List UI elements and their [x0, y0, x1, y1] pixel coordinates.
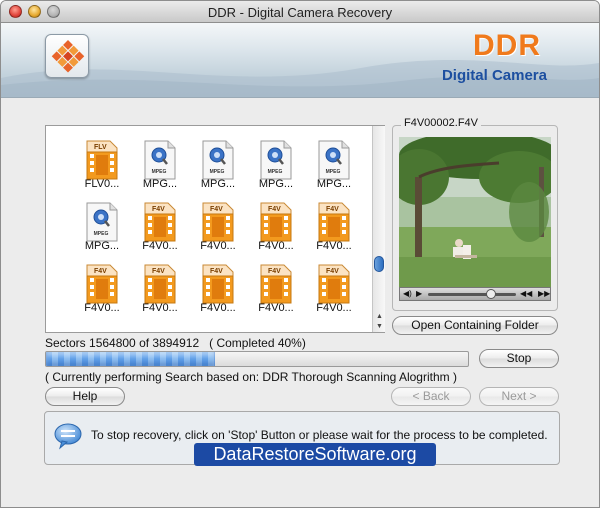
- file-icon-label: F4V: [210, 206, 223, 213]
- progress-fill: [46, 352, 215, 366]
- file-grid: FLV FLV0... MPEG MPG... MPEG MPG... MPEG MPG...…: [46, 126, 372, 332]
- f4v-file-icon: F4V: [260, 264, 292, 304]
- file-name: F4V0...: [84, 302, 120, 314]
- rewind-icon[interactable]: ◀◀: [520, 289, 532, 298]
- file-icon-label: F4V: [326, 268, 339, 275]
- file-item[interactable]: F4V F4V0...: [306, 194, 362, 260]
- header-banner: DDR Digital Camera: [1, 23, 599, 98]
- sectors-progress-text: Sectors 1564800 of 3894912 ( Completed 4…: [45, 336, 306, 350]
- file-item[interactable]: MPEG MPG...: [248, 132, 304, 198]
- logo-mosaic-icon: [51, 40, 85, 73]
- file-name: MPG...: [258, 178, 294, 190]
- file-name: MPG...: [316, 178, 352, 190]
- file-icon-label: FLV: [94, 144, 107, 151]
- preview-filename: F4V00002.F4V: [401, 117, 481, 129]
- info-message: To stop recovery, click on 'Stop' Button…: [91, 428, 548, 442]
- mpeg-file-icon: MPEG: [86, 202, 118, 242]
- file-item[interactable]: F4V F4V0...: [190, 194, 246, 260]
- file-item[interactable]: FLV FLV0...: [74, 132, 130, 198]
- f4v-file-icon: F4V: [144, 202, 176, 242]
- file-icon-label: F4V: [268, 206, 281, 213]
- file-grid-scrollbar[interactable]: ▲ ▼: [372, 126, 385, 332]
- file-item[interactable]: F4V F4V0...: [248, 256, 304, 322]
- title-bar[interactable]: DDR - Digital Camera Recovery: [1, 1, 599, 23]
- file-icon-label: MPEG: [326, 169, 341, 175]
- file-item[interactable]: MPEG MPG...: [306, 132, 362, 198]
- file-icon-label: F4V: [94, 268, 107, 275]
- file-name: F4V0...: [258, 240, 294, 252]
- file-icon-label: F4V: [152, 268, 165, 275]
- f4v-file-icon: F4V: [318, 202, 350, 242]
- stop-button[interactable]: Stop: [479, 349, 559, 368]
- file-item[interactable]: MPEG MPG...: [132, 132, 188, 198]
- scroll-up-arrow-icon[interactable]: ▲: [373, 312, 386, 322]
- sectors-count: Sectors 1564800 of 3894912: [45, 336, 200, 350]
- flv-file-icon: FLV: [86, 140, 118, 180]
- f4v-file-icon: F4V: [318, 264, 350, 304]
- mpeg-file-icon: MPEG: [318, 140, 350, 180]
- file-icon-label: MPEG: [152, 169, 167, 175]
- file-item[interactable]: F4V F4V0...: [248, 194, 304, 260]
- seek-knob[interactable]: [486, 289, 496, 299]
- file-item[interactable]: F4V F4V0...: [132, 256, 188, 322]
- scan-status-text: ( Currently performing Search based on: …: [45, 370, 457, 384]
- watermark-banner: DataRestoreSoftware.org: [194, 443, 436, 466]
- mpeg-file-icon: MPEG: [260, 140, 292, 180]
- file-name: MPG...: [142, 178, 178, 190]
- mpeg-file-icon: MPEG: [202, 140, 234, 180]
- recovery-progress-bar: [45, 351, 469, 367]
- window-title: DDR - Digital Camera Recovery: [207, 5, 393, 20]
- file-name: F4V0...: [200, 302, 236, 314]
- recovered-files-panel: FLV FLV0... MPEG MPG... MPEG MPG... MPEG MPG...…: [45, 125, 385, 333]
- app-window: DDR - Digital Camera Recovery DDR Digita…: [0, 0, 600, 508]
- completed-percent: ( Completed 40%): [209, 336, 306, 350]
- scroll-down-arrow-icon[interactable]: ▼: [373, 322, 386, 332]
- seek-track[interactable]: [428, 293, 516, 296]
- product-subtitle: Digital Camera: [441, 67, 547, 84]
- file-icon-label: MPEG: [210, 169, 225, 175]
- video-preview-image: [399, 137, 551, 287]
- mpeg-file-icon: MPEG: [144, 140, 176, 180]
- back-button[interactable]: < Back: [391, 387, 471, 406]
- file-item[interactable]: MPEG MPG...: [190, 132, 246, 198]
- file-item[interactable]: F4V F4V0...: [190, 256, 246, 322]
- file-item[interactable]: MPEG MPG...: [74, 194, 130, 260]
- file-name: MPG...: [84, 240, 120, 252]
- video-player-controls: ◀) ▶ ◀◀ ▶▶: [399, 287, 551, 301]
- file-icon-label: F4V: [210, 268, 223, 275]
- f4v-file-icon: F4V: [86, 264, 118, 304]
- file-icon-label: MPEG: [268, 169, 283, 175]
- file-name: F4V0...: [316, 240, 352, 252]
- f4v-file-icon: F4V: [144, 264, 176, 304]
- file-icon-label: F4V: [152, 206, 165, 213]
- file-item[interactable]: F4V F4V0...: [132, 194, 188, 260]
- brand-name: DDR: [473, 29, 541, 62]
- next-button[interactable]: Next >: [479, 387, 559, 406]
- f4v-file-icon: F4V: [202, 264, 234, 304]
- file-name: MPG...: [200, 178, 236, 190]
- volume-icon[interactable]: ◀): [403, 289, 412, 298]
- file-name: F4V0...: [200, 240, 236, 252]
- help-button[interactable]: Help: [45, 387, 125, 406]
- file-item[interactable]: F4V F4V0...: [74, 256, 130, 322]
- file-name: F4V0...: [142, 302, 178, 314]
- app-logo: [45, 34, 89, 78]
- file-icon-label: F4V: [268, 268, 281, 275]
- file-name: F4V0...: [258, 302, 294, 314]
- speech-bubble-icon: [54, 423, 82, 450]
- open-containing-folder-button[interactable]: Open Containing Folder: [392, 316, 558, 335]
- f4v-file-icon: F4V: [260, 202, 292, 242]
- file-icon-label: F4V: [326, 206, 339, 213]
- fast-forward-icon[interactable]: ▶▶: [538, 289, 550, 298]
- park-scene-image: [399, 137, 551, 287]
- play-icon[interactable]: ▶: [416, 289, 422, 298]
- file-name: F4V0...: [316, 302, 352, 314]
- file-item[interactable]: F4V F4V0...: [306, 256, 362, 322]
- file-name: F4V0...: [142, 240, 178, 252]
- file-icon-label: MPEG: [94, 231, 109, 237]
- scrollbar-thumb[interactable]: [374, 256, 384, 272]
- f4v-file-icon: F4V: [202, 202, 234, 242]
- file-name: FLV0...: [84, 178, 120, 190]
